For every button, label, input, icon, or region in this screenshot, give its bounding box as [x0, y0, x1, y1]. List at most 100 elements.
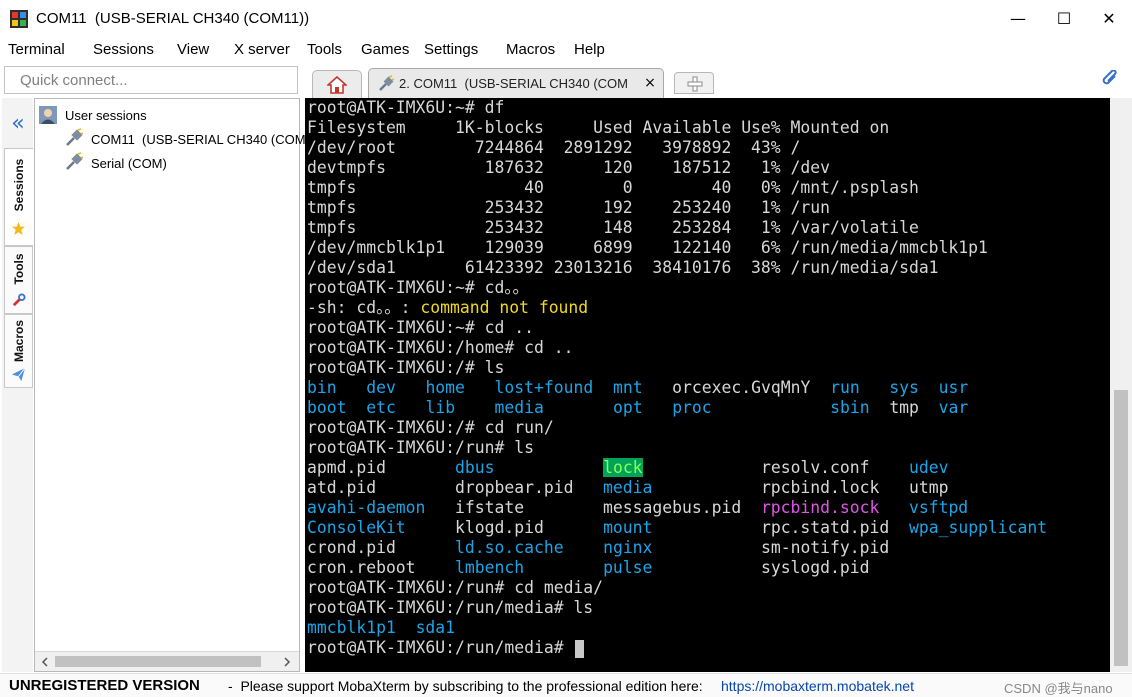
chevron-left-icon[interactable]: [40, 657, 50, 667]
tab-sessions-label: Sessions: [12, 158, 26, 212]
tab-tools-label: Tools: [11, 253, 26, 285]
terminal-line: root@ATK-IMX6U:/run/media# ls: [307, 598, 1047, 618]
close-button[interactable]: ✕: [1086, 0, 1132, 38]
terminal-text: dbus: [455, 458, 495, 477]
terminal-line: boot etc lib media opt proc sbin tmp var: [307, 398, 1047, 418]
terminal-text: nginx: [603, 538, 653, 557]
attachment-icon[interactable]: [1102, 70, 1120, 90]
menu-sessions[interactable]: Sessions: [93, 41, 154, 58]
terminal-text: ConsoleKit: [307, 518, 406, 537]
terminal-line: atd.pid dropbear.pid media rpcbind.lock …: [307, 478, 1047, 498]
menu-settings[interactable]: Settings: [424, 41, 478, 58]
terminal-line: root@ATK-IMX6U:/run# ls: [307, 438, 1047, 458]
terminal-text: opt: [612, 398, 643, 417]
terminal-line: root@ATK-IMX6U:~# cd。。: [307, 278, 1047, 298]
menu-x-server[interactable]: X server: [234, 41, 290, 58]
terminal-text: command not found: [420, 298, 589, 317]
terminal-line: /dev/mmcblk1p1 129039 6899 122140 6% /ru…: [307, 238, 1047, 258]
terminal-line: root@ATK-IMX6U:/# cd run/: [307, 418, 1047, 438]
menu-bar: Terminal Sessions View X server Tools Ga…: [0, 38, 1132, 64]
maximize-button[interactable]: ☐: [1041, 0, 1087, 38]
user-sessions-icon: [39, 106, 57, 124]
collapse-sidebar-icon[interactable]: «: [6, 112, 30, 136]
terminal-text: media: [494, 398, 544, 417]
terminal-text: cron.reboot: [307, 558, 456, 577]
terminal-text: home: [425, 378, 465, 397]
tab-com11[interactable]: 2. COM11 (USB-SERIAL CH340 (COM ×: [368, 68, 664, 99]
terminal-text: root@ATK-IMX6U:~# cd。。: [307, 278, 529, 297]
terminal-text: lock: [603, 458, 643, 477]
terminal-line: root@ATK-IMX6U:/run/media#: [307, 638, 1047, 658]
terminal-text: proc: [672, 398, 712, 417]
tab-tools[interactable]: Tools: [4, 246, 33, 314]
sessions-scroll-thumb[interactable]: [55, 656, 261, 667]
terminal-text: syslogd.pid: [652, 558, 870, 577]
sessions-horizontal-scrollbar[interactable]: [35, 651, 299, 671]
minimize-button[interactable]: —: [995, 0, 1041, 38]
terminal-line: apmd.pid dbus lock resolv.conf udev: [307, 458, 1047, 478]
terminal-line: crond.pid ld.so.cache nginx sm-notify.pi…: [307, 538, 1047, 558]
terminal-text: orcexec.GvqMnY: [642, 378, 831, 397]
terminal-line: ConsoleKit klogd.pid mount rpc.statd.pid…: [307, 518, 1047, 538]
chevron-right-icon[interactable]: [282, 657, 292, 667]
menu-macros[interactable]: Macros: [506, 41, 555, 58]
new-tab-button[interactable]: [674, 72, 714, 94]
terminal-text: root@ATK-IMX6U:/run/media#: [307, 638, 574, 657]
terminal-text: -sh: cd。。:: [307, 298, 421, 317]
terminal-text: rpc.statd.pid: [652, 518, 909, 537]
terminal-text: mmcblk1p1: [307, 618, 396, 637]
unregistered-label: UNREGISTERED VERSION: [9, 677, 200, 694]
menu-tools[interactable]: Tools: [307, 41, 342, 58]
menu-view[interactable]: View: [177, 41, 209, 58]
tab-sessions[interactable]: Sessions: [4, 148, 33, 246]
terminal-text: media: [603, 478, 653, 497]
title-bar: COM11 (USB-SERIAL CH340 (COM11)) — ☐ ✕: [0, 0, 1132, 38]
tree-item-com11[interactable]: COM11 (USB-SERIAL CH340 (COM1: [91, 132, 313, 147]
terminal-text: rpcbind.lock utmp: [652, 478, 949, 497]
menu-games[interactable]: Games: [361, 41, 409, 58]
quick-connect-input[interactable]: [4, 66, 298, 94]
terminal-text: ifstate messagebus.pid: [425, 498, 761, 517]
serial-plug-icon: [66, 152, 84, 170]
terminal-line: root@ATK-IMX6U:/run# cd media/: [307, 578, 1047, 598]
terminal-scroll-thumb[interactable]: [1114, 390, 1128, 666]
terminal-text: pulse: [603, 558, 653, 577]
terminal-text: vsftpd: [908, 498, 969, 517]
terminal-text: root@ATK-IMX6U:/# cd run/: [307, 418, 554, 437]
terminal-text: sbin: [830, 398, 870, 417]
mobaxterm-website-link[interactable]: https://mobaxterm.mobatek.net: [721, 678, 914, 694]
tree-root-user-sessions[interactable]: User sessions: [65, 108, 147, 123]
tab-macros[interactable]: Macros: [4, 314, 33, 388]
terminal-vertical-scrollbar[interactable]: [1110, 98, 1132, 672]
terminal-output: root@ATK-IMX6U:~# df Filesystem 1K-blocks…: [307, 98, 1047, 658]
tree-item-serial[interactable]: Serial (COM): [91, 156, 167, 171]
terminal-line: root@ATK-IMX6U:~# df: [307, 98, 1047, 118]
terminal-text: /dev/mmcblk1p1 129039 6899 122140 6% /ru…: [307, 238, 988, 257]
terminal-line: root@ATK-IMX6U:/# ls: [307, 358, 1047, 378]
terminal-line: tmpfs 40 0 40 0% /mnt/.psplash: [307, 178, 1047, 198]
terminal-text: resolv.conf: [642, 458, 909, 477]
terminal-text: ld.so.cache: [455, 538, 564, 557]
menu-help[interactable]: Help: [574, 41, 605, 58]
menu-terminal[interactable]: Terminal: [8, 41, 65, 58]
terminal-line: tmpfs 253432 192 253240 1% /run: [307, 198, 1047, 218]
terminal-text: udev: [909, 458, 949, 477]
terminal-text: bin: [307, 378, 337, 397]
terminal-line: -sh: cd。。: command not found: [307, 298, 1047, 318]
home-tab[interactable]: [312, 70, 362, 98]
sessions-panel: User sessions COM11 (USB-SERIAL CH340 (C…: [34, 98, 313, 672]
tab-macros-label: Macros: [11, 319, 26, 363]
tools-icon: [12, 293, 26, 307]
terminal-text: klogd.pid: [405, 518, 604, 537]
terminal-view[interactable]: root@ATK-IMX6U:~# df Filesystem 1K-blocks…: [305, 98, 1110, 672]
tab-close-icon[interactable]: ×: [641, 73, 659, 93]
tab-com11-label: 2. COM11 (USB-SERIAL CH340 (COM: [399, 76, 628, 91]
terminal-text: run: [830, 378, 860, 397]
terminal-text: lib: [425, 398, 456, 417]
